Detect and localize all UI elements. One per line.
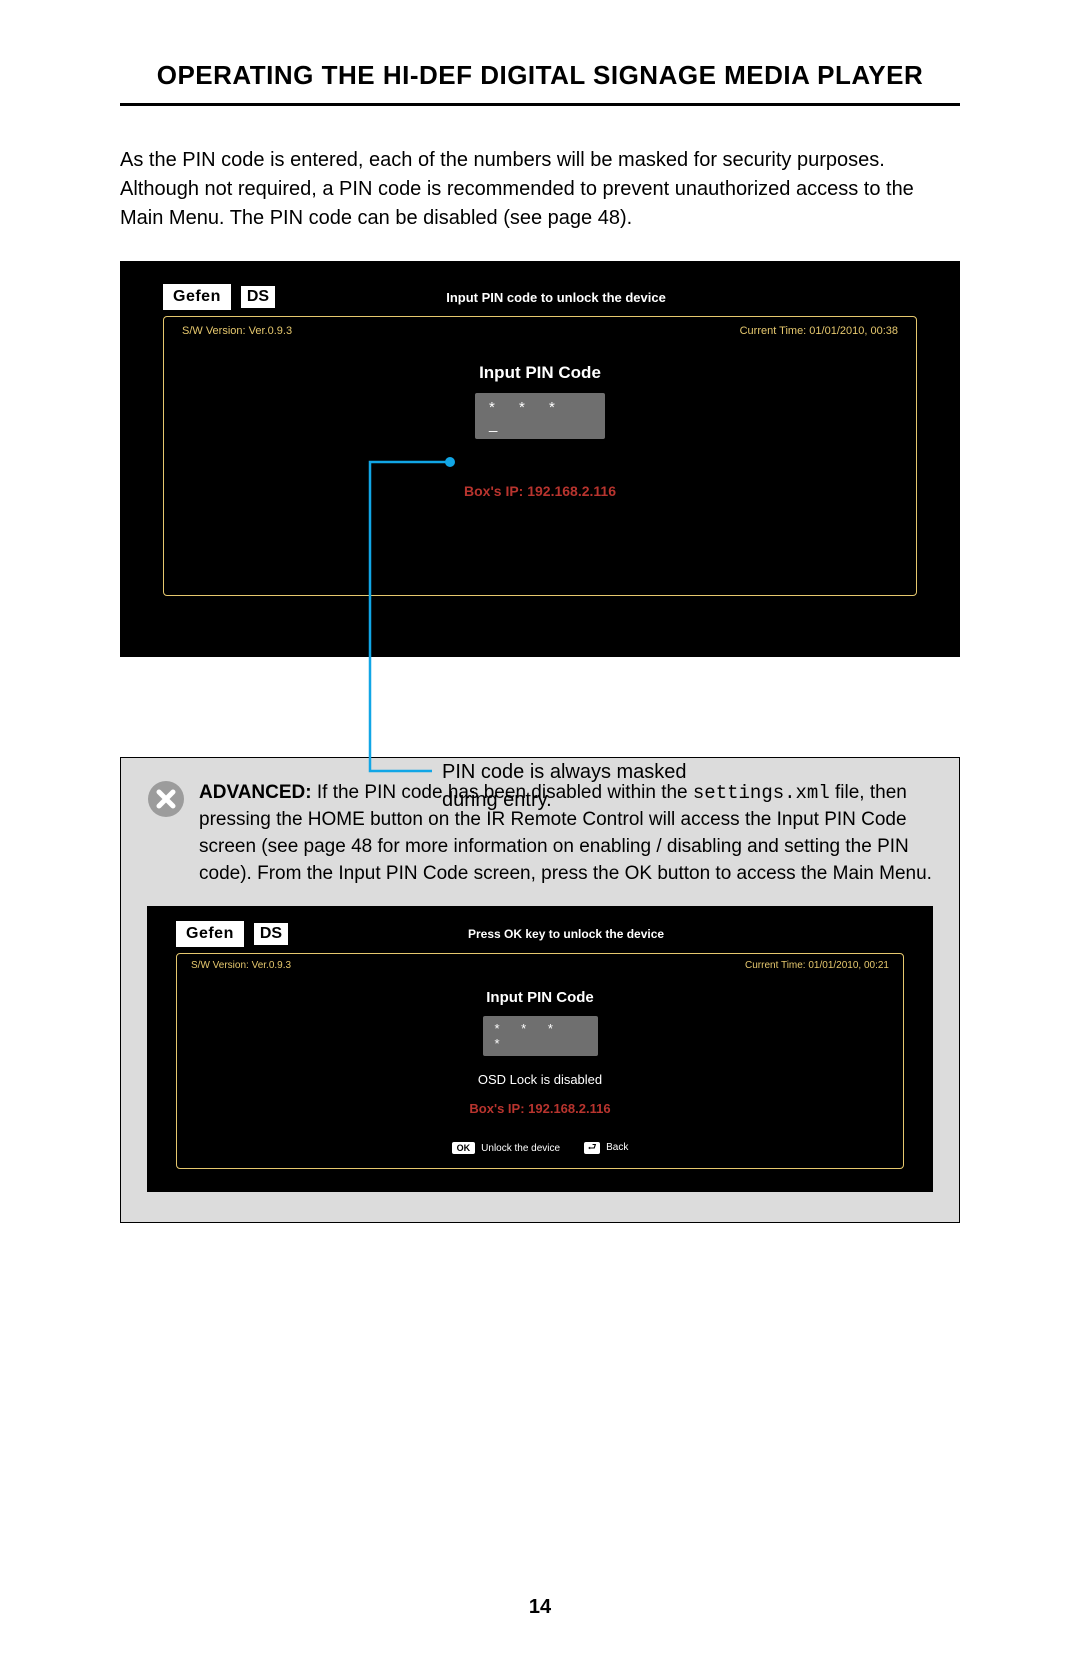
back-key-label: Back: [606, 1142, 628, 1153]
advanced-icon: [147, 780, 185, 818]
advanced-box: ADVANCED: If the PIN code has been disab…: [120, 757, 960, 1223]
back-key-icon: ⮐: [584, 1142, 600, 1154]
screenshot1: Gefen DS Input PIN code to unlock the de…: [120, 261, 960, 657]
pin-title: Input PIN Code: [182, 363, 898, 383]
sw-version: S/W Version: Ver.0.9.3: [182, 325, 292, 337]
current-time-2: Current Time: 01/01/2010, 00:21: [745, 960, 889, 971]
ip-text: Box's IP: 192.168.2.116: [182, 483, 898, 499]
page-title: OPERATING THE HI-DEF DIGITAL SIGNAGE MED…: [120, 60, 960, 106]
inner-frame-2: S/W Version: Ver.0.9.3 Current Time: 01/…: [176, 953, 904, 1170]
inner-frame: S/W Version: Ver.0.9.3 Current Time: 01/…: [163, 316, 917, 596]
footer-back[interactable]: ⮐ Back: [584, 1142, 628, 1155]
pin-title-2: Input PIN Code: [191, 989, 889, 1006]
intro-paragraph: As the PIN code is entered, each of the …: [120, 146, 960, 233]
osd-text: OSD Lock is disabled: [191, 1072, 889, 1087]
page-number: 14: [0, 1596, 1080, 1619]
ip-text-2: Box's IP: 192.168.2.116: [191, 1101, 889, 1116]
sw-version-2: S/W Version: Ver.0.9.3: [191, 960, 291, 971]
advanced-label: ADVANCED:: [199, 782, 312, 803]
frame-top-2: S/W Version: Ver.0.9.3 Current Time: 01/…: [191, 960, 889, 971]
ok-key-icon: OK: [452, 1142, 476, 1154]
footer-ok[interactable]: OK Unlock the device: [452, 1143, 560, 1154]
logo-row: Gefen DS Input PIN code to unlock the de…: [163, 284, 917, 310]
ok-key-label: Unlock the device: [481, 1143, 560, 1154]
callout-label: PIN code is always masked during entry.: [442, 758, 742, 814]
header-message-2: Press OK key to unlock the device: [228, 927, 904, 941]
frame-top: S/W Version: Ver.0.9.3 Current Time: 01/…: [182, 325, 898, 337]
screenshot1-wrap: Gefen DS Input PIN code to unlock the de…: [120, 261, 960, 657]
screenshot2: Gefen DS Press OK key to unlock the devi…: [147, 906, 933, 1193]
pin-input[interactable]: * * * _: [475, 393, 605, 439]
pin-input-2[interactable]: * * * *: [483, 1016, 598, 1056]
current-time: Current Time: 01/01/2010, 00:38: [740, 325, 898, 337]
logo-row-2: Gefen DS Press OK key to unlock the devi…: [176, 921, 904, 947]
footer-row: OK Unlock the device ⮐ Back: [191, 1142, 889, 1155]
header-message: Input PIN code to unlock the device: [195, 290, 917, 305]
